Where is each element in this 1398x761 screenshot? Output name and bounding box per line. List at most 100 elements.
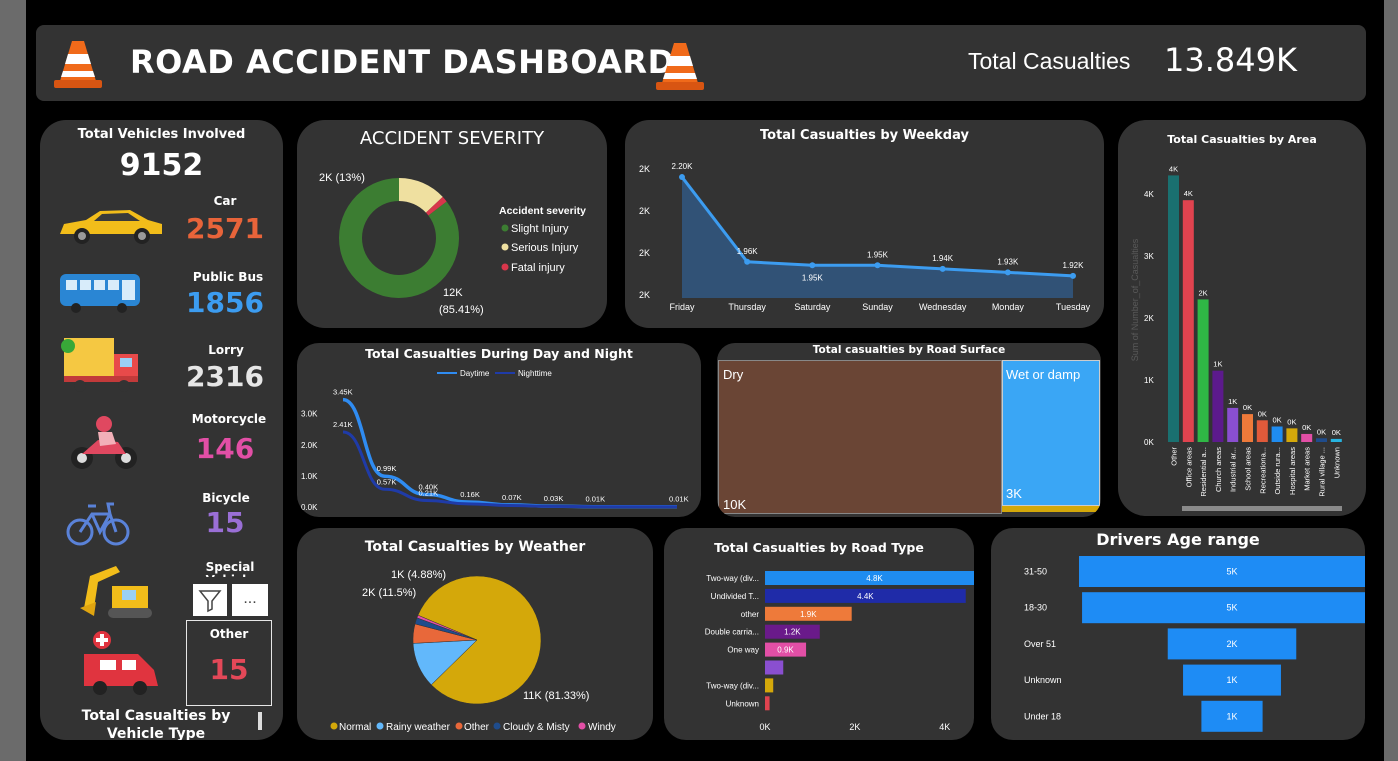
daynight-data-label: 0.07K [502,493,522,502]
vehicles-card: Total Vehicles Involved 9152 Car 2571 Pu… [40,120,283,740]
area-bar [1301,433,1313,442]
bicycle-icon [66,502,130,546]
weekday-data-label: 1.94K [932,254,954,263]
area-bar [1271,426,1283,442]
traffic-cone-icon [656,43,704,90]
motorcycle-icon [71,416,137,469]
area-ytick: 4K [1144,190,1154,199]
weather-label-rainy: 2K (11.5%) [362,587,416,599]
daynight-data-label: 3.45K [333,388,353,397]
area-xtick: School areas [1244,447,1253,491]
area-scrollbar[interactable] [1182,506,1342,511]
roadtype-data-label: 4.8K [866,574,883,583]
daynight-data-label: 0.57K [377,477,397,486]
daynight-ytick: 3.0K [301,410,318,419]
bus-icon [60,274,140,313]
roadtype-ytick: Two-way (div... [706,574,759,583]
weather-legend-windy: Windy [588,722,616,733]
legend-nighttime: Nighttime [518,369,552,378]
area-bar [1168,175,1179,442]
area-data-label: 1K [1228,397,1237,406]
area-card: Total Casualties by Area Sum of Number_o… [1118,120,1366,516]
surface-card: Total casualties by Road Surface Dry 10K… [717,343,1101,517]
weekday-xtick: Wednesday [919,302,967,312]
weekday-xtick: Tuesday [1056,302,1091,312]
daynight-line-chart: Daytime Nighttime 0.0K 1.0K 2.0K 3.0K 3.45K 2… [301,369,689,512]
daynight-ytick: 2.0K [301,441,318,450]
area-data-label: 0K [1302,423,1311,432]
weather-pie-chart: 11K (81.33%) 2K (11.5%) 1K (4.88%) Norma… [330,569,616,733]
vehicle-label-bicycle: Bicycle [202,491,250,505]
roadtype-ytick: Double carria... [705,628,759,637]
roadtype-ytick: Undivided T... [711,592,759,601]
age-category-label: Under 18 [1024,711,1061,721]
roadtype-xtick: 0K [759,722,770,732]
area-ytick: 0K [1144,438,1154,447]
vehicles-footer-title: Total Casualties by Vehicle Type [81,708,231,740]
area-bar [1256,420,1268,442]
severity-label-slight-2: (85.41%) [439,304,484,316]
vehicle-label-lorry: Lorry [208,343,244,357]
area-xtick: Rural village ... [1318,447,1327,497]
vehicle-label-special: Special Vehicle [205,561,255,577]
daynight-data-label: 0.03K [544,494,564,503]
lorry-icon [61,338,138,392]
vehicle-label-motorcycle: Motorcycle [191,412,267,426]
daynight-ytick: 0.0K [301,503,318,512]
scrollbar-thumb[interactable] [258,712,262,730]
age-card: Drivers Age range 31-50 5K 18-30 5K Over 51 2… [991,528,1365,740]
roadtype-bar [765,696,770,711]
roadtype-data-label: 1.2K [784,628,801,637]
vehicle-label-bus: Public Bus [192,270,264,284]
filter-icon [198,590,222,613]
weather-legend-normal: Normal [339,722,371,733]
area-bar [1330,438,1342,442]
treemap-wet-label: Wet or damp [1006,367,1081,382]
age-funnel-chart: 31-50 5K 18-30 5K Over 51 2K Unknown 1K Under 18… [1024,556,1365,732]
weekday-point [809,262,816,269]
treemap-other[interactable] [1002,506,1100,512]
area-data-label: 0K [1258,409,1267,418]
filter-button[interactable] [193,584,227,616]
legend-dot-fatal [501,263,509,271]
more-options-button[interactable]: ... [232,584,268,616]
daynight-data-label: 2.41K [333,420,353,429]
vehicle-value-other: 15 [209,653,249,686]
weekday-ytick: 2K [639,206,650,216]
area-bar [1182,200,1194,442]
weekday-ytick: 2K [639,290,650,300]
area-xtick: Recreationa... [1258,447,1267,494]
area-xtick: Outside rura... [1273,447,1282,495]
legend-dot-serious [501,243,509,251]
weekday-point [939,265,946,272]
vehicle-value-motorcycle: 146 [195,432,255,465]
daynight-data-label: 0.21K [419,488,439,497]
kpi-label: Total Casualties [968,48,1131,74]
weekday-data-label: 1.95K [802,273,824,282]
treemap-wet[interactable]: Wet or damp 3K [1002,360,1100,506]
weather-legend-other: Other [464,722,490,733]
roadtype-data-label: 0.9K [777,646,794,655]
area-data-label: 0K [1243,403,1252,412]
area-ytick: 3K [1144,252,1154,261]
weekday-data-label: 2.20K [672,162,694,171]
other-vehicle-box[interactable]: Other 15 [186,620,272,706]
area-xtick: Market areas [1303,447,1312,491]
ambulance-icon [84,631,158,695]
weather-card: Total Casualties by Weather 11K (81.33%)… [297,528,653,740]
age-category-label: 31-50 [1024,567,1047,577]
treemap-wet-value: 3K [1006,486,1022,501]
weekday-point [744,258,751,265]
area-xtick: Hospital areas [1288,447,1297,495]
severity-donut-chart: 2K (13%) 12K (85.41%) Accident severity … [319,172,586,316]
age-data-label: 2K [1226,639,1237,649]
age-data-label: 5K [1226,603,1237,613]
treemap-dry[interactable]: Dry 10K [718,360,1002,514]
age-data-label: 5K [1226,567,1237,577]
weather-label-normal: 11K (81.33%) [523,690,589,702]
weekday-xtick: Monday [992,302,1025,312]
car-icon [60,210,164,244]
vehicle-label-car: Car [213,194,237,208]
roadtype-bar [765,660,784,675]
area-xtick: Office areas [1184,447,1193,488]
